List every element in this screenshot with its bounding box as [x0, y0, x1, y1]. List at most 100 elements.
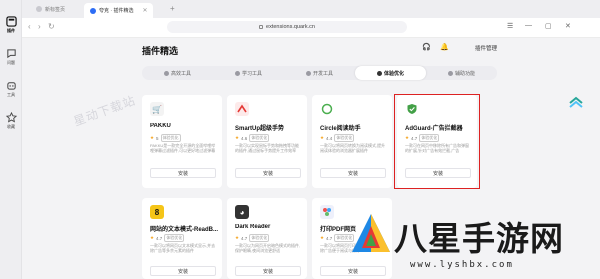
category-tabs: 高效工具 学习工具 开发工具 体验优化 辅助功能: [142, 66, 497, 80]
side-assistant-icon[interactable]: [568, 96, 584, 110]
maximize-icon[interactable]: ▢: [545, 22, 552, 30]
plugin-description: 一款可以为网页开启暗色模式的插件,保护眼睛,夜间浏览更舒适: [235, 243, 301, 253]
address-row: ‹ › ↻ extensions.quark.cn ☰ — ▢ ✕: [22, 18, 600, 38]
tab-plugins[interactable]: 夸克 · 插件精选 ✕: [84, 3, 154, 18]
plugin-tag: 体验优化: [249, 134, 270, 142]
watermark-text: 星动下载站: [71, 93, 138, 129]
lock-icon: [259, 25, 264, 29]
tab-experience[interactable]: 体验优化: [355, 66, 426, 80]
plugin-manage-button[interactable]: 插件管理: [475, 44, 497, 52]
plugin-card: 🛒 PAKKU ★ 5 体验优化 PAKKU是一款完全开源的全面哔哩哔哩弹幕过滤插件…: [142, 95, 222, 188]
rating-value: 4.7: [241, 235, 248, 241]
rail-label: 问题: [6, 60, 16, 65]
plugin-name: 网站的文本模式-ReadB...: [150, 227, 218, 233]
darkreader-icon: ◕: [235, 205, 249, 219]
puzzle-icon: [5, 16, 17, 27]
plugin-tag: 体验优化: [249, 234, 270, 242]
star-icon: ★: [150, 235, 155, 240]
category-icon: [305, 70, 311, 76]
plugin-rating: ★ 4.7 体验优化: [150, 234, 185, 242]
rating-value: 5: [156, 135, 159, 141]
window-close-icon[interactable]: ✕: [565, 22, 571, 30]
category-label: 体验优化: [383, 70, 404, 77]
rail-item-questions[interactable]: 问题: [0, 48, 22, 66]
back-icon[interactable]: ‹: [28, 22, 31, 31]
plugin-name: SmartUp超级手势: [235, 126, 285, 132]
category-icon: [234, 70, 240, 76]
page-title: 插件精选: [142, 46, 179, 56]
quark-favicon-icon: [90, 7, 96, 14]
tab-label: 夸克 · 插件精选: [99, 8, 134, 14]
plugin-card: SmartUp超级手势 ★ 4.6 体验优化 一款可以实现鼠标手势和拖拽等功能的插件…: [227, 95, 307, 188]
address-bar[interactable]: extensions.quark.cn: [167, 21, 407, 33]
rail-item-tools[interactable]: 工具: [0, 80, 22, 98]
new-tab-icon[interactable]: +: [170, 4, 175, 13]
plugin-tag: 体验优化: [164, 234, 185, 242]
plugin-tag: 体验优化: [334, 134, 355, 142]
textmode-icon: 8: [150, 205, 164, 219]
tab-strip: 新标签页 夸克 · 插件精选 ✕ +: [22, 0, 600, 18]
circle-icon: [320, 102, 334, 116]
brand-logo-icon: [352, 214, 390, 252]
install-button[interactable]: 安装: [235, 168, 301, 178]
rating-value: 4.4: [326, 135, 333, 141]
left-rail: 插件 问题 工具 收藏: [0, 0, 22, 279]
rail-label: 收藏: [6, 124, 16, 129]
rating-value: 4.7: [156, 235, 163, 241]
plugin-description: 一款可以将网页转换为阅读模式,提升阅读体验的浏览器扩展插件: [320, 143, 386, 153]
plugin-tag: 体验优化: [160, 134, 181, 142]
plugin-name: PAKKU: [150, 123, 171, 129]
forward-icon[interactable]: ›: [38, 22, 41, 31]
brand-url: www.lyshbx.com: [410, 260, 514, 270]
plugin-description: 一款可以实现鼠标手势和拖拽等功能的插件,通过鼠标手势提升工作效率: [235, 143, 299, 153]
star-icon: ★: [235, 235, 240, 240]
rail-label: 工具: [6, 92, 16, 97]
minimize-icon[interactable]: —: [525, 22, 532, 29]
menu-icon[interactable]: ☰: [507, 22, 513, 30]
star-icon: ★: [150, 135, 155, 140]
star-icon: ★: [320, 135, 325, 140]
star-icon: ★: [235, 135, 240, 140]
smartup-icon: [235, 102, 249, 116]
install-button[interactable]: 安装: [235, 266, 301, 276]
chat-icon: [6, 49, 16, 59]
plugin-card: Circle阅读助手 ★ 4.4 体验优化 一款可以将网页转换为阅读模式,提升阅读体…: [312, 95, 392, 188]
refresh-icon[interactable]: ↻: [48, 22, 55, 31]
brand-name: 八星手游网: [394, 219, 564, 258]
close-tab-icon[interactable]: ✕: [142, 7, 147, 14]
highlight-box: [394, 94, 480, 189]
category-icon: [447, 70, 453, 76]
tab-label: 新标签页: [45, 6, 66, 13]
rating-value: 4.6: [241, 135, 248, 141]
print-icon: [320, 205, 334, 219]
tab-accessibility[interactable]: 辅助功能: [426, 66, 497, 80]
category-label: 高效工具: [170, 70, 191, 77]
category-label: 学习工具: [241, 70, 262, 77]
headset-icon[interactable]: 🎧: [422, 43, 431, 51]
tab-new-tab[interactable]: 新标签页: [30, 3, 71, 15]
plugin-rating: ★ 4.7 体验优化: [235, 234, 270, 242]
category-icon: [163, 70, 169, 76]
rail-item-plugins[interactable]: 插件: [0, 16, 22, 34]
tab-learning[interactable]: 学习工具: [213, 66, 284, 80]
plugin-description: PAKKU是一款完全开源的全面哔哩哔哩弹幕过滤插件,可以更好地过滤弹幕: [150, 143, 216, 153]
plugin-name: Circle阅读助手: [320, 126, 361, 132]
plugin-description: 一款可以将网页以文本模式显示,并去除广告等多余元素的插件: [150, 243, 216, 253]
install-button[interactable]: 安装: [150, 266, 216, 276]
category-icon: [376, 70, 382, 76]
plugin-name: Dark Reader: [235, 224, 271, 230]
category-label: 辅助功能: [454, 70, 475, 77]
category-label: 开发工具: [312, 70, 333, 77]
bell-icon[interactable]: 🔔: [440, 43, 449, 51]
tab-efficiency[interactable]: 高效工具: [142, 66, 213, 80]
install-button[interactable]: 安装: [150, 168, 216, 178]
plugin-rating: ★ 5 体验优化: [150, 134, 181, 142]
rail-item-favorites[interactable]: 收藏: [0, 112, 22, 130]
address-url: extensions.quark.cn: [266, 24, 315, 30]
rating-value: 4.7: [326, 235, 333, 241]
install-button[interactable]: 安装: [320, 168, 386, 178]
star-icon: ★: [320, 235, 325, 240]
tab-dev-tools[interactable]: 开发工具: [284, 66, 355, 80]
robot-icon: [6, 82, 16, 90]
plugin-card: ◕ Dark Reader ★ 4.7 体验优化 一款可以为网页开启暗色模式的插件,…: [227, 198, 307, 279]
